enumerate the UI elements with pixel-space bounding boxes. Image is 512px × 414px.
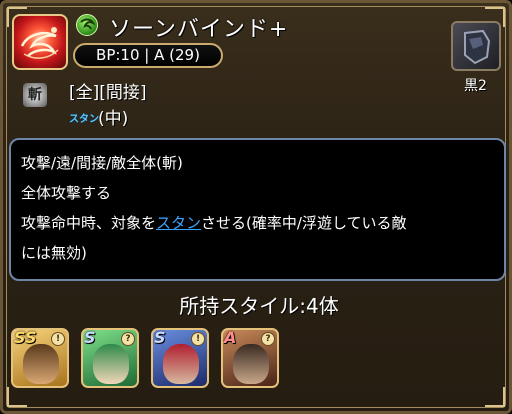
thorn-swirl-icon bbox=[20, 27, 59, 59]
frame-corner-decoration bbox=[485, 387, 505, 407]
character-face bbox=[23, 344, 59, 384]
stun-level: (中) bbox=[98, 109, 129, 129]
character-face bbox=[163, 344, 199, 384]
skill-icon bbox=[12, 14, 68, 70]
stun-link[interactable]: スタン bbox=[156, 214, 201, 232]
style-portrait[interactable]: S ! bbox=[151, 328, 209, 388]
style-rank: A bbox=[224, 328, 237, 347]
style-portrait[interactable]: A ? bbox=[221, 328, 279, 388]
stun-badge: スタン bbox=[69, 114, 99, 125]
description-line: 攻撃命中時、対象をスタンさせる(確率中/浮遊している敵 bbox=[21, 208, 494, 238]
character-face bbox=[233, 344, 269, 384]
skill-target: [全][間接] bbox=[69, 83, 147, 103]
style-portrait[interactable]: SS ! bbox=[11, 328, 69, 388]
style-rank: SS bbox=[14, 328, 37, 347]
skill-name: ソーンバインド+ bbox=[109, 17, 289, 42]
description-line: 攻撃/遠/間接/敵全体(斬) bbox=[21, 154, 183, 172]
info-icon[interactable]: ! bbox=[51, 332, 65, 346]
bp-rank-pill: BP:10 | A (29) bbox=[73, 43, 223, 68]
weapon-label: 黒2 bbox=[464, 78, 487, 94]
skill-description: 攻撃/遠/間接/敵全体(斬) 全体攻撃する 攻撃命中時、対象をスタンさせる(確率… bbox=[9, 138, 506, 281]
character-face bbox=[93, 344, 129, 384]
weapon-gauntlet-icon bbox=[451, 21, 501, 71]
style-portrait[interactable]: S ? bbox=[81, 328, 139, 388]
description-line: 全体攻撃する bbox=[21, 184, 112, 202]
info-icon[interactable]: ? bbox=[261, 332, 275, 346]
owned-styles-title: 所持スタイル:4体 bbox=[179, 294, 339, 318]
info-icon[interactable]: ? bbox=[121, 332, 135, 346]
style-rank: S bbox=[84, 328, 96, 347]
skill-detail-card: ソーンバインド+ BP:10 | A (29) 斬 [全][間接] スタン (中… bbox=[0, 0, 512, 414]
description-line: には無効) bbox=[21, 244, 87, 262]
description-text: 攻撃命中時、対象を bbox=[21, 214, 157, 232]
slash-attribute-icon: 斬 bbox=[23, 83, 47, 107]
element-icon bbox=[76, 14, 98, 36]
style-rank: S bbox=[154, 328, 166, 347]
description-text: させる(確率中/浮遊している敵 bbox=[201, 214, 407, 232]
info-icon[interactable]: ! bbox=[191, 332, 205, 346]
frame-corner-decoration bbox=[7, 387, 27, 407]
